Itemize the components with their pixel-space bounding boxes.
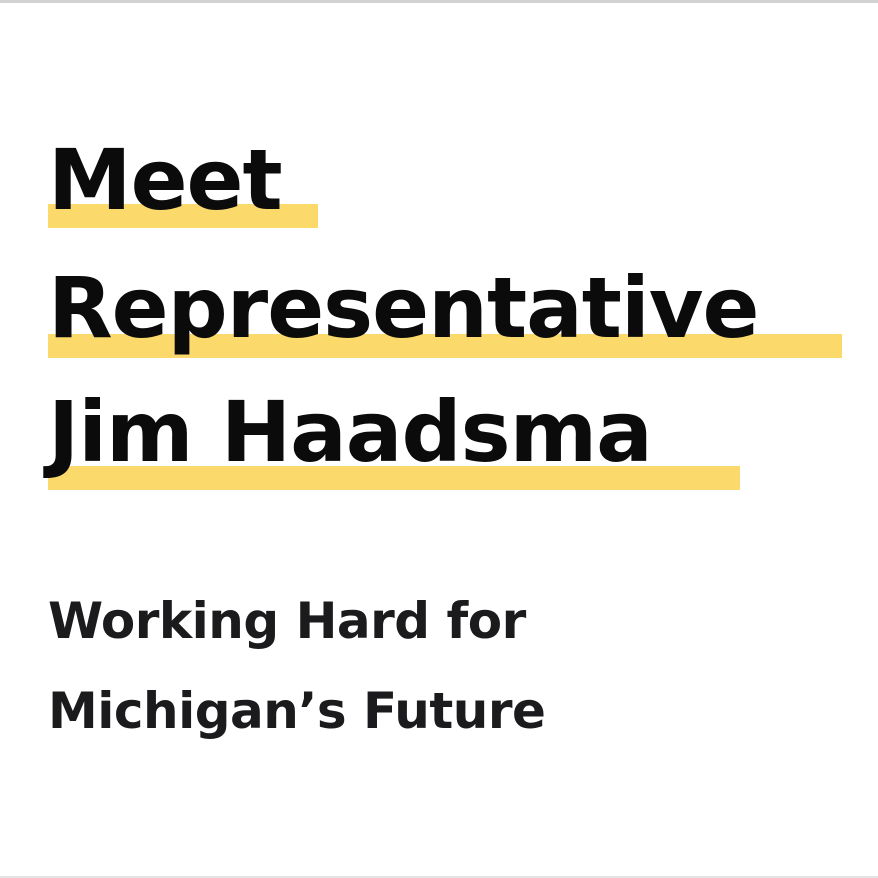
headline-text-representative: Representative bbox=[48, 259, 759, 357]
subheadline-line-2: Michigan’s Future bbox=[48, 682, 546, 740]
headline-line-1: Meet bbox=[48, 138, 283, 222]
headline-line-3: Jim Haadsma bbox=[48, 390, 653, 474]
top-divider bbox=[0, 0, 878, 3]
headline-line-2: Representative bbox=[48, 266, 759, 350]
subheadline-line-1: Working Hard for bbox=[48, 592, 526, 650]
headline-text-name: Jim Haadsma bbox=[48, 383, 653, 481]
subheadline: Working Hard for Michigan’s Future bbox=[48, 576, 828, 756]
headline-text-meet: Meet bbox=[48, 131, 283, 229]
